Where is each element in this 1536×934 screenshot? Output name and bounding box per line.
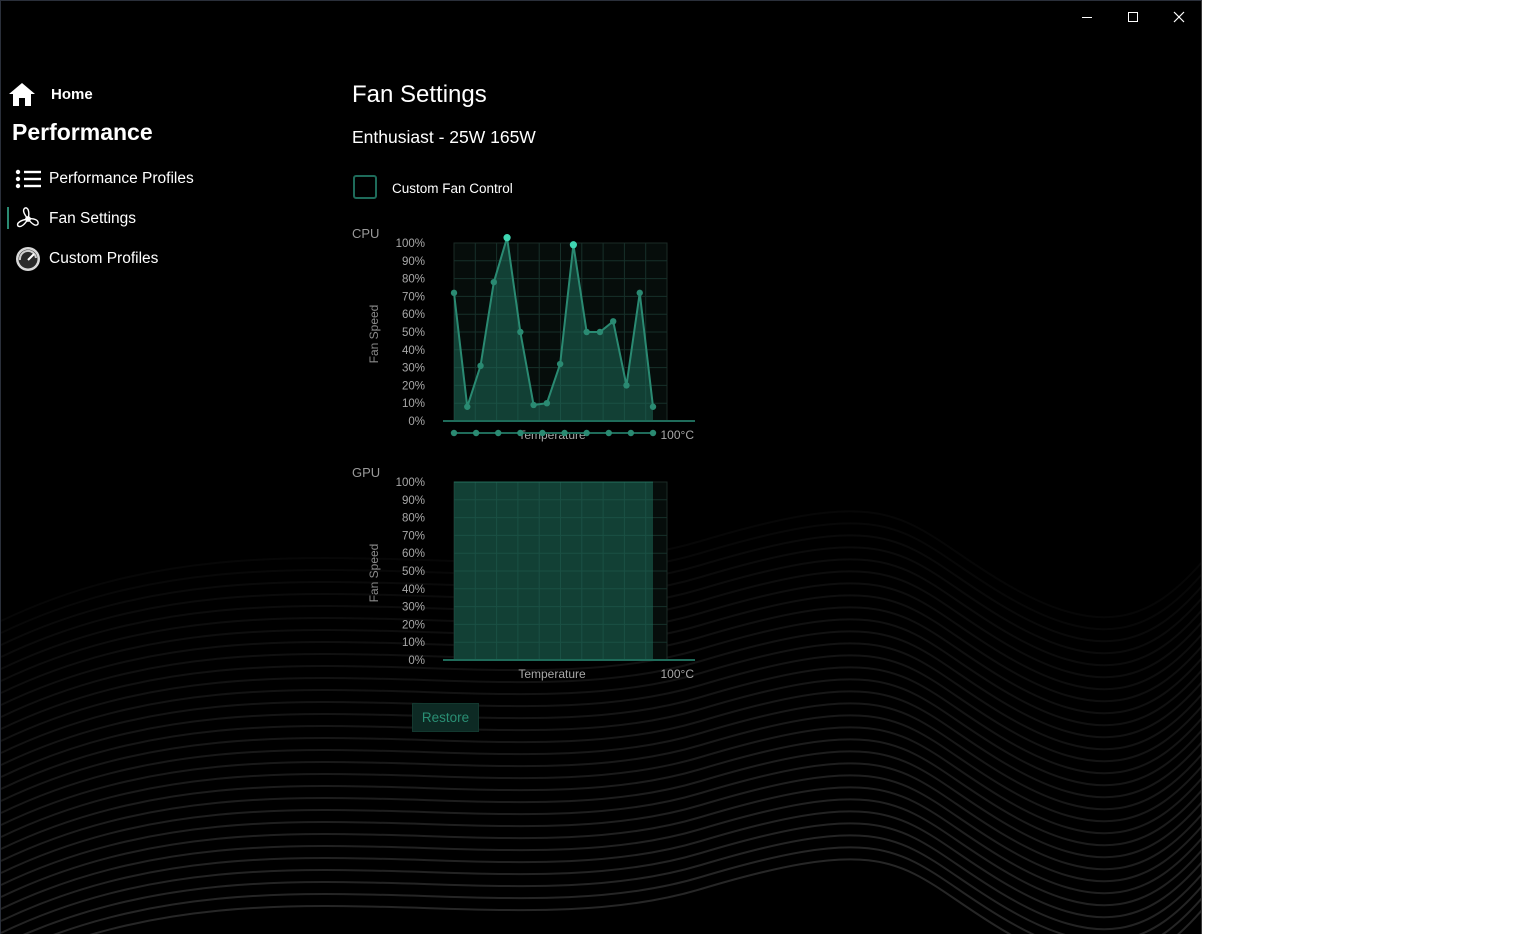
data-point[interactable] bbox=[503, 234, 511, 242]
maximize-button[interactable] bbox=[1110, 1, 1156, 33]
sidebar-item-performance-profiles[interactable]: Performance Profiles bbox=[13, 164, 194, 194]
section-title: Performance bbox=[12, 119, 153, 145]
data-point[interactable] bbox=[596, 328, 604, 336]
maximize-icon bbox=[1128, 12, 1138, 22]
data-point[interactable] bbox=[477, 362, 484, 370]
gpu-fan-chart[interactable]: 100% 90% 80% 70% 60% 50% 40% 30% 20% 10% 0% Fan Spe… bbox=[361, 435, 706, 690]
y-axis-label: Fan Speed bbox=[367, 544, 381, 603]
y-tick-label: 90% bbox=[402, 495, 425, 507]
data-point[interactable] bbox=[569, 241, 577, 249]
close-button[interactable] bbox=[1156, 1, 1201, 33]
y-axis-label: Fan Speed bbox=[367, 305, 381, 364]
x-end-label: 100°C bbox=[661, 667, 695, 681]
sidebar-item-label: Performance Profiles bbox=[49, 170, 194, 187]
y-tick-label: 80% bbox=[402, 274, 425, 286]
nav-home-label: Home bbox=[51, 85, 93, 103]
list-icon bbox=[13, 166, 43, 192]
y-tick-label: 80% bbox=[402, 513, 425, 525]
close-icon bbox=[1173, 11, 1185, 23]
minimize-button[interactable] bbox=[1064, 1, 1110, 33]
data-point[interactable] bbox=[556, 360, 564, 368]
restore-button[interactable]: Restore bbox=[412, 703, 479, 732]
wave-line bbox=[23, 834, 1201, 934]
page-title: Fan Settings bbox=[352, 81, 487, 108]
y-tick-label: 30% bbox=[402, 363, 425, 375]
fan-icon bbox=[13, 206, 43, 232]
data-point[interactable] bbox=[464, 403, 471, 410]
x-axis-label: Temperature bbox=[518, 667, 586, 681]
data-point[interactable] bbox=[517, 328, 524, 336]
data-point[interactable] bbox=[623, 382, 630, 389]
y-tick-label: 60% bbox=[402, 548, 425, 560]
y-tick-label: 70% bbox=[402, 530, 425, 542]
sidebar-item-fan-settings[interactable]: Fan Settings bbox=[13, 204, 136, 234]
data-point[interactable] bbox=[583, 328, 590, 336]
profile-subtitle: Enthusiast - 25W 165W bbox=[352, 127, 536, 147]
nav-home[interactable]: Home bbox=[7, 79, 93, 109]
y-tick-label: 70% bbox=[402, 291, 425, 303]
selection-indicator bbox=[7, 207, 9, 229]
data-point[interactable] bbox=[450, 289, 458, 297]
home-icon bbox=[9, 83, 35, 106]
y-tick-label: 100% bbox=[396, 238, 425, 250]
data-point[interactable] bbox=[543, 400, 551, 407]
y-tick-label: 40% bbox=[402, 584, 425, 596]
y-tick-label: 0% bbox=[408, 655, 425, 667]
y-tick-label: 90% bbox=[402, 256, 425, 268]
cpu-fan-chart[interactable]: 100% 90% 80% 70% 60% 50% 40% 30% 20% 10% 0% Fan Spe… bbox=[361, 196, 706, 451]
data-point[interactable] bbox=[610, 318, 617, 325]
minimize-icon bbox=[1082, 17, 1092, 18]
data-point[interactable] bbox=[490, 278, 497, 286]
data-point[interactable] bbox=[636, 289, 643, 297]
y-tick-label: 0% bbox=[408, 416, 425, 428]
y-tick-label: 10% bbox=[402, 398, 425, 410]
series-area bbox=[454, 482, 653, 660]
sidebar-item-custom-profiles[interactable]: Custom Profiles bbox=[13, 244, 158, 274]
y-tick-label: 60% bbox=[402, 309, 425, 321]
y-tick-label: 20% bbox=[402, 380, 425, 392]
data-point[interactable] bbox=[649, 403, 657, 410]
y-tick-label: 10% bbox=[402, 637, 425, 649]
y-tick-label: 50% bbox=[402, 566, 425, 578]
app-window: Home Performance Performance Profiles Fa… bbox=[0, 0, 1202, 934]
data-point[interactable] bbox=[530, 401, 537, 409]
y-tick-label: 30% bbox=[402, 602, 425, 614]
gauge-icon bbox=[13, 246, 43, 272]
y-tick-label: 50% bbox=[402, 327, 425, 339]
custom-fan-control-label: Custom Fan Control bbox=[392, 181, 513, 196]
sidebar-item-label: Custom Profiles bbox=[49, 250, 159, 267]
y-tick-label: 100% bbox=[396, 477, 425, 489]
y-tick-label: 40% bbox=[402, 345, 425, 357]
y-tick-label: 20% bbox=[402, 619, 425, 631]
sidebar-item-label: Fan Settings bbox=[49, 210, 137, 227]
